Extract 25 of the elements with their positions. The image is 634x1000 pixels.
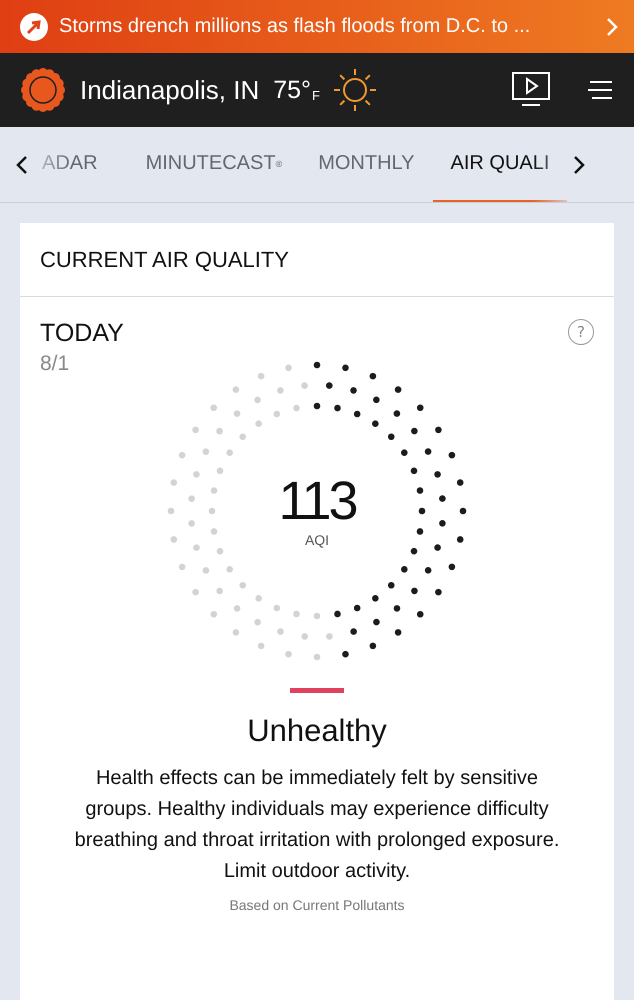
- temperature: 75°: [273, 76, 312, 104]
- chevron-right-icon: [606, 16, 618, 36]
- chevron-left-icon[interactable]: [16, 154, 28, 174]
- sun-logo-icon: [20, 67, 66, 113]
- sun-icon: [332, 67, 378, 113]
- aqi-label: AQI: [304, 532, 330, 548]
- city-name[interactable]: Indianapolis, IN: [80, 74, 260, 106]
- aqi-value: 113: [278, 474, 356, 528]
- video-icon[interactable]: [512, 72, 550, 108]
- menu-icon[interactable]: [588, 79, 614, 101]
- temperature-unit: F: [312, 88, 320, 102]
- description: Health effects can be immediately felt by sensitive groups. Healthy individuals may experience difficulty breathing and throat irritation with prolonged exposure. Limit outdoor activity.: [74, 766, 560, 884]
- tab[interactable]: MONTHLY: [300, 127, 433, 202]
- help-button[interactable]: ?: [568, 319, 594, 345]
- category-label: Unhealthy: [246, 713, 388, 749]
- chevron-right-icon[interactable]: [573, 154, 586, 174]
- card-title: CURRENT AIR QUALITY: [20, 223, 614, 297]
- headline: Storms drench millions as flash floods from D.C. to ...: [59, 15, 532, 38]
- news-banner[interactable]: Storms drench millions as flash floods from D.C. to ...: [0, 0, 634, 53]
- date-label: 8/1: [40, 352, 70, 376]
- footnote: Based on Current Pollutants: [228, 897, 406, 913]
- day-label: TODAY: [40, 319, 124, 348]
- tab[interactable]: MINUTECAST$^{®}$: [128, 127, 300, 202]
- tab[interactable]: ADAR: [34, 127, 128, 202]
- tab[interactable]: AIR QUALI: [432, 127, 568, 202]
